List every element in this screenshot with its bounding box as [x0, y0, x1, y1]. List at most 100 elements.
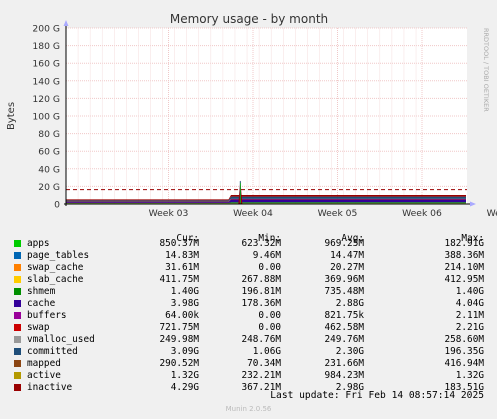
legend-row-vmalloc_used: vmalloc_used 249.98M 248.76M 249.76M 258.60M	[0, 334, 497, 346]
legend-value-min: 367.21M	[241, 382, 281, 393]
legend-row-buffers: buffers 64.00k 0.00 821.75k 2.11M	[0, 310, 497, 322]
legend-series-name: apps	[27, 238, 50, 249]
legend-series-name: swap	[27, 322, 50, 333]
legend-swatch	[14, 276, 21, 283]
y-tick-label: 140 G	[32, 76, 60, 87]
y-tick-label: 180 G	[32, 41, 60, 52]
legend-value-avg: 20.27M	[330, 262, 364, 273]
legend-value-min: 70.34M	[247, 358, 281, 369]
legend-swatch	[14, 252, 21, 259]
legend-swatch	[14, 360, 21, 367]
legend-value-avg: 231.66M	[324, 358, 364, 369]
legend-value-avg: 2.30G	[335, 346, 364, 357]
x-tick-label: Week 07	[487, 208, 497, 219]
legend-value-min: 232.21M	[241, 370, 281, 381]
legend-value-min: 0.00	[258, 262, 281, 273]
legend-value-avg: 249.76M	[324, 334, 364, 345]
legend-row-swap_cache: swap_cache 31.61M 0.00 20.27M 214.10M	[0, 262, 497, 274]
legend-value-cur: 1.40G	[170, 286, 199, 297]
rrdtool-watermark: RRDTOOL / TOBI OETIKER	[482, 28, 490, 112]
legend-series-name: page_tables	[27, 250, 90, 261]
legend-series-name: slab_cache	[27, 274, 84, 285]
legend-row-slab_cache: slab_cache 411.75M 267.88M 369.96M 412.95M	[0, 274, 497, 286]
x-ticks: Week 03 Week 04 Week 05 Week 06 Week 07	[149, 208, 497, 219]
y-tick-label: 60 G	[38, 147, 60, 158]
legend-value-cur: 850.37M	[159, 238, 199, 249]
legend-value-min: 9.46M	[252, 250, 281, 261]
legend-row-swap: swap 721.75M 0.00 462.58M 2.21G	[0, 322, 497, 334]
legend-value-cur: 1.32G	[170, 370, 199, 381]
last-update: Last update: Fri Feb 14 08:57:14 2025	[270, 390, 484, 401]
y-tick-label: 40 G	[38, 164, 60, 175]
legend-value-avg: 2.88G	[335, 298, 364, 309]
legend-value-avg: 969.25M	[324, 238, 364, 249]
y-tick-label: 20 G	[38, 182, 60, 193]
legend-value-cur: 249.98M	[159, 334, 199, 345]
chart-title: Memory usage - by month	[170, 12, 328, 26]
legend-value-avg: 462.58M	[324, 322, 364, 333]
legend-value-avg: 821.75k	[324, 310, 364, 321]
x-axis-arrow	[470, 201, 476, 207]
legend-value-avg: 14.47M	[330, 250, 364, 261]
legend-series-name: cache	[27, 298, 56, 309]
legend-swatch	[14, 264, 21, 271]
legend-value-min: 1.06G	[252, 346, 281, 357]
legend-swatch	[14, 240, 21, 247]
legend-row-shmem: shmem 1.40G 196.81M 735.48M 1.40G	[0, 286, 497, 298]
legend-value-max: 416.94M	[444, 358, 484, 369]
legend-series-name: inactive	[27, 382, 73, 393]
legend-value-cur: 3.09G	[170, 346, 199, 357]
legend-value-min: 0.00	[258, 322, 281, 333]
y-axis-arrow	[63, 20, 69, 26]
legend-value-max: 4.04G	[455, 298, 484, 309]
legend-value-max: 258.60M	[444, 334, 484, 345]
x-tick-label: Week 03	[149, 208, 189, 219]
legend-value-avg: 369.96M	[324, 274, 364, 285]
legend-value-min: 267.88M	[241, 274, 281, 285]
legend-value-avg: 735.48M	[324, 286, 364, 297]
x-tick-label: Week 05	[318, 208, 358, 219]
legend-series-name: swap_cache	[27, 262, 84, 273]
legend-value-min: 623.32M	[241, 238, 281, 249]
legend-value-cur: 31.61M	[165, 262, 199, 273]
legend-value-cur: 4.29G	[170, 382, 199, 393]
legend-swatch	[14, 288, 21, 295]
munin-footer: Munin 2.0.56	[225, 405, 272, 413]
legend-value-max: 1.40G	[455, 286, 484, 297]
y-tick-label: 200 G	[32, 24, 60, 35]
legend-swatch	[14, 300, 21, 307]
legend-swatch	[14, 348, 21, 355]
legend-value-min: 248.76M	[241, 334, 281, 345]
x-tick-label: Week 06	[402, 208, 442, 219]
legend-value-min: 178.36M	[241, 298, 281, 309]
legend-value-cur: 64.00k	[165, 310, 199, 321]
y-tick-label: 160 G	[32, 59, 60, 70]
legend-swatch	[14, 336, 21, 343]
y-tick-label: 0	[54, 200, 60, 211]
legend-series-name: buffers	[27, 310, 67, 321]
legend-series-name: vmalloc_used	[27, 334, 95, 345]
legend-row-apps: apps 850.37M 623.32M 969.25M 182.91G	[0, 238, 497, 250]
legend-row-cache: cache 3.98G 178.36M 2.88G 4.04G	[0, 298, 497, 310]
legend-value-max: 388.36M	[444, 250, 484, 261]
legend-swatch	[14, 384, 21, 391]
legend-value-cur: 721.75M	[159, 322, 199, 333]
legend-value-min: 0.00	[258, 310, 281, 321]
y-tick-label: 120 G	[32, 94, 60, 105]
legend-value-max: 214.10M	[444, 262, 484, 273]
y-ticks: 0 20 G 40 G 60 G 80 G 100 G 120 G 140 G 160 G 180…	[32, 24, 60, 211]
legend-series-name: active	[27, 370, 61, 381]
legend-value-max: 1.32G	[455, 370, 484, 381]
legend-series-name: committed	[27, 346, 78, 357]
legend-value-cur: 411.75M	[159, 274, 199, 285]
legend-swatch	[14, 372, 21, 379]
legend-value-cur: 14.83M	[165, 250, 199, 261]
legend-row-committed: committed 3.09G 1.06G 2.30G 196.35G	[0, 346, 497, 358]
legend-series-name: mapped	[27, 358, 61, 369]
y-tick-label: 80 G	[38, 129, 60, 140]
legend-value-min: 196.81M	[241, 286, 281, 297]
legend-value-max: 2.21G	[455, 322, 484, 333]
y-tick-label: 100 G	[32, 112, 60, 123]
legend-series-name: shmem	[27, 286, 56, 297]
memory-chart: 0 20 G 40 G 60 G 80 G 100 G 120 G 140 G 160 G 180…	[6, 12, 497, 219]
